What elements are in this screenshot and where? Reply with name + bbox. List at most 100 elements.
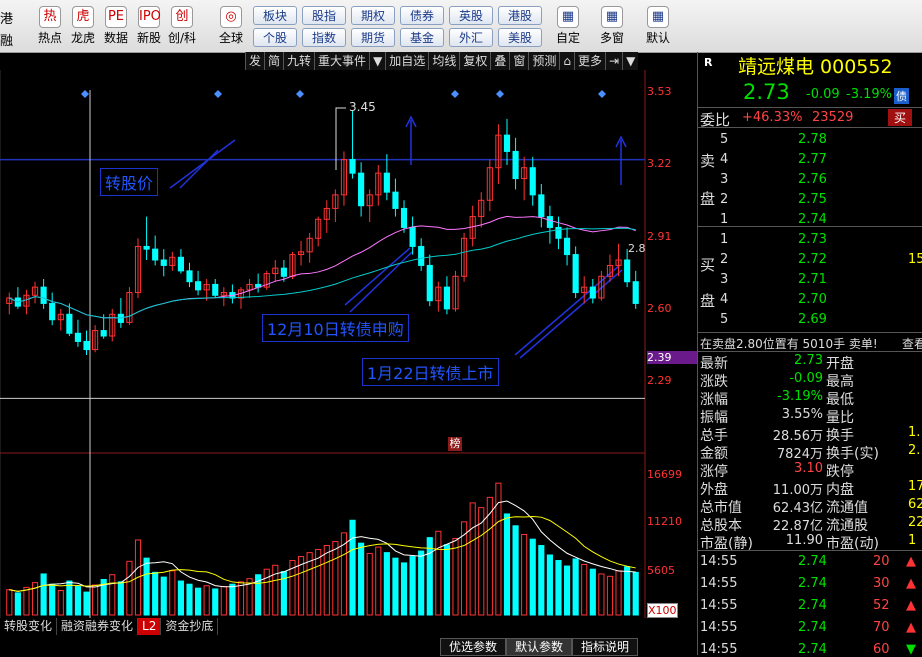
stat-label-2: 跌停 [826, 464, 854, 480]
kline-chart[interactable] [0, 70, 697, 618]
chart-tool-item[interactable]: 均线 [428, 52, 460, 70]
market-button[interactable]: 港股 [498, 6, 542, 25]
price-axis-label: 3.53 [647, 85, 672, 98]
chart-tool-item[interactable]: 更多 [574, 52, 606, 70]
market-button[interactable]: 美股 [498, 28, 542, 47]
market-button[interactable]: 期货 [351, 28, 395, 47]
toolbar-multi-window-button[interactable]: ▦ 多窗 [592, 2, 632, 50]
toolbar-data-button[interactable]: PE 数据 [99, 2, 133, 50]
stat-value: 22.87亿 [772, 519, 823, 534]
volume-bar [529, 538, 536, 616]
view-link[interactable]: 查看 [902, 335, 922, 352]
tick-price: 2.74 [798, 598, 827, 613]
tick-volume: 30 [873, 576, 890, 591]
buy-side-label-1: 买 [700, 256, 716, 274]
market-button[interactable]: 板块 [253, 6, 297, 25]
chart-tool-item[interactable]: ▼ [622, 52, 639, 70]
toolbar-ipo-button[interactable]: IPO 新股 [132, 2, 166, 50]
ask-level: 1 [720, 212, 729, 227]
volume-bar [632, 571, 639, 616]
ask-level: 5 [720, 132, 729, 147]
parameter-tab[interactable]: 默认参数 [506, 638, 573, 656]
candle-body [512, 150, 519, 180]
market-button[interactable]: 指数 [302, 28, 346, 47]
arrow-up-icon: ▲ [906, 554, 916, 569]
toolbar-label: 龙虎 [70, 31, 95, 45]
parameter-tab[interactable]: 指标说明 [572, 638, 639, 656]
market-button[interactable]: 基金 [400, 28, 444, 47]
chart-tool-item[interactable]: ▼ [369, 52, 386, 70]
chart-tool-item[interactable]: 窗 [509, 52, 529, 70]
bid-level: 1 [720, 232, 729, 247]
stat-value: 28.56万 [772, 429, 823, 444]
event-marker-icon [214, 90, 222, 98]
candle-body [66, 313, 73, 334]
market-button[interactable]: 债券 [400, 6, 444, 25]
chart-tool-item[interactable]: 加自选 [385, 52, 429, 70]
stat-value-2: 1. [908, 425, 921, 440]
event-marker-icon [598, 90, 606, 98]
chart-tool-item[interactable]: 九转 [283, 52, 315, 70]
stat-label: 最新 [700, 356, 728, 372]
volume-bar [555, 560, 562, 616]
market-button[interactable]: 股指 [302, 6, 346, 25]
market-button[interactable]: 期权 [351, 6, 395, 25]
arrow-up-icon: ▲ [906, 576, 916, 591]
ranking-badge[interactable]: 榜 [448, 437, 462, 451]
annotation-listing-date: 1月22日转债上市 [362, 358, 499, 386]
buy-side-label-2: 盘 [700, 292, 716, 310]
toolbar-home-button[interactable]: ▦ 默认 [638, 2, 678, 50]
chart-tool-item[interactable]: 预测 [528, 52, 560, 70]
toolbar-chuangke-button[interactable]: 创创/科 [165, 2, 199, 50]
chart-tool-item[interactable]: 重大事件 [314, 52, 370, 70]
volume-bar [6, 589, 13, 616]
toolbar-hotspot-button[interactable]: 热热点 [33, 2, 67, 50]
market-button[interactable]: 个股 [253, 28, 297, 47]
volume-bar [49, 583, 56, 616]
volume-bar [624, 566, 631, 616]
chart-tool-item[interactable]: 简 [264, 52, 284, 70]
market-button[interactable]: 英股 [449, 6, 493, 25]
indicator-tab[interactable]: 资金抄底 [161, 618, 219, 635]
stat-label-2: 最低 [826, 392, 854, 408]
arrow-up-icon: ▲ [906, 620, 916, 635]
annotation-leader-line [179, 149, 219, 189]
chart-tool-item[interactable]: 发 [245, 52, 265, 70]
chart-tool-item[interactable]: 叠 [490, 52, 510, 70]
indicator-tab[interactable]: L2 [138, 618, 162, 635]
convertible-bond-tag[interactable]: 债 [894, 88, 909, 104]
volume-bar [57, 590, 64, 616]
toolbar-label: 自定 [555, 31, 580, 45]
stat-label-2: 量比 [826, 410, 854, 426]
toolbar-custom-button[interactable]: ▦ 自定 [548, 2, 588, 50]
position-alert[interactable]: 在卖盘2.80位置有 5010手 卖单! [700, 335, 878, 352]
toolbar-dragon-tiger-button[interactable]: 虎龙虎 [66, 2, 100, 50]
stat-label: 总手 [700, 428, 728, 444]
parameter-tab[interactable]: 优选参数 [440, 638, 507, 656]
chart-tool-item[interactable]: ⇥ [605, 52, 623, 70]
annotation-subscription-date: 12月10日转债申购 [262, 314, 409, 342]
left-edge-hk-item[interactable]: 港 [0, 8, 13, 27]
candle-body [409, 226, 416, 247]
toolbar-label: 创/科 [167, 31, 197, 45]
market-button[interactable]: 外汇 [449, 28, 493, 47]
volume-bar [572, 558, 579, 616]
indicator-tab[interactable]: 融资融券变化 [57, 618, 139, 635]
volume-bar [435, 530, 442, 616]
chart-tool-item[interactable]: ⌂ [559, 52, 575, 70]
main-toolbar: 港 融 热热点虎龙虎 PE 数据 IPO 新股创创/科 ◎ 全球 板块 股指 期权 债券 英股 港股个… [0, 0, 922, 53]
bid-volume: 15 [908, 252, 922, 267]
stat-label: 总市值 [700, 500, 742, 516]
price-axis-label: 3.22 [647, 157, 672, 170]
ma20-line [9, 215, 636, 319]
toolbar-globe-button[interactable]: ◎ 全球 [214, 2, 248, 50]
buy-button[interactable]: 买 [888, 109, 913, 126]
left-edge-margin-item[interactable]: 融 [0, 30, 13, 49]
annotation-leader-line [344, 247, 411, 306]
volume-axis-label: 5605 [647, 564, 675, 577]
indicator-tab[interactable]: 转股变化 [0, 618, 58, 635]
tick-price: 2.74 [798, 576, 827, 591]
stat-value-2: 17.5 [908, 479, 922, 494]
chart-tool-item[interactable]: 复权 [459, 52, 491, 70]
sell-side-label-1: 卖 [700, 152, 716, 170]
